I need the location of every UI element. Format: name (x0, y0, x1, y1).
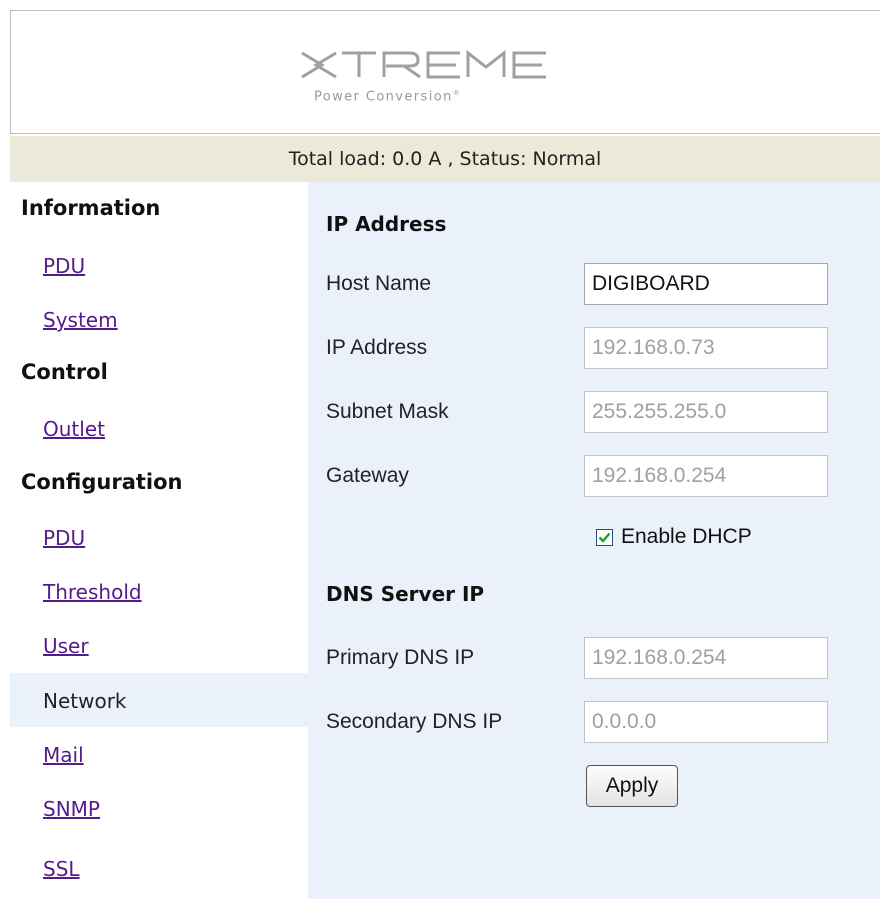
apply-button[interactable]: Apply (586, 765, 678, 807)
status-bar: Total load: 0.0 A , Status: Normal (10, 136, 880, 182)
xtreme-logo: Power Conversion® (300, 47, 620, 111)
header-banner: Power Conversion® (10, 10, 880, 134)
nav-heading-information: Information (21, 196, 161, 220)
nav-heading-control: Control (21, 360, 108, 384)
ip-address-label: IP Address (326, 336, 428, 359)
sidebar-nav: Information PDU System Control Outlet Co… (10, 182, 308, 899)
nav-item-network-active[interactable]: Network (43, 689, 127, 713)
nav-link-mail[interactable]: Mail (43, 743, 84, 767)
trademark-mark: ® (452, 89, 462, 97)
host-name-input[interactable] (584, 263, 828, 305)
status-text: Total load: 0.0 A , Status: Normal (288, 148, 602, 170)
xtreme-wordmark-icon (301, 49, 546, 79)
nav-link-config-pdu[interactable]: PDU (43, 526, 85, 550)
nav-link-info-pdu[interactable]: PDU (43, 254, 85, 278)
nav-link-snmp[interactable]: SNMP (43, 797, 100, 821)
nav-link-system[interactable]: System (43, 308, 118, 332)
ip-address-input[interactable] (584, 327, 828, 369)
gateway-input[interactable] (584, 455, 828, 497)
primary-dns-label: Primary DNS IP (326, 646, 475, 669)
nav-heading-configuration: Configuration (21, 470, 183, 494)
secondary-dns-input[interactable] (584, 701, 828, 743)
ip-section-title: IP Address (326, 212, 447, 236)
checkmark-icon (598, 532, 611, 543)
nav-link-threshold[interactable]: Threshold (43, 580, 142, 604)
enable-dhcp-checkbox[interactable] (596, 529, 613, 546)
primary-dns-input[interactable] (584, 637, 828, 679)
logo-tagline: Power Conversion (314, 89, 453, 105)
secondary-dns-label: Secondary DNS IP (326, 710, 503, 733)
subnet-mask-label: Subnet Mask (326, 400, 449, 423)
host-name-label: Host Name (326, 272, 432, 295)
enable-dhcp-label[interactable]: Enable DHCP (621, 525, 752, 549)
dns-section-title: DNS Server IP (326, 582, 485, 606)
nav-link-ssl[interactable]: SSL (43, 857, 80, 881)
nav-link-user[interactable]: User (43, 634, 89, 658)
gateway-label: Gateway (326, 464, 409, 487)
subnet-mask-input[interactable] (584, 391, 828, 433)
nav-link-outlet[interactable]: Outlet (43, 417, 105, 441)
network-config-form: IP Address Host Name IP Address Subnet M… (308, 182, 880, 899)
